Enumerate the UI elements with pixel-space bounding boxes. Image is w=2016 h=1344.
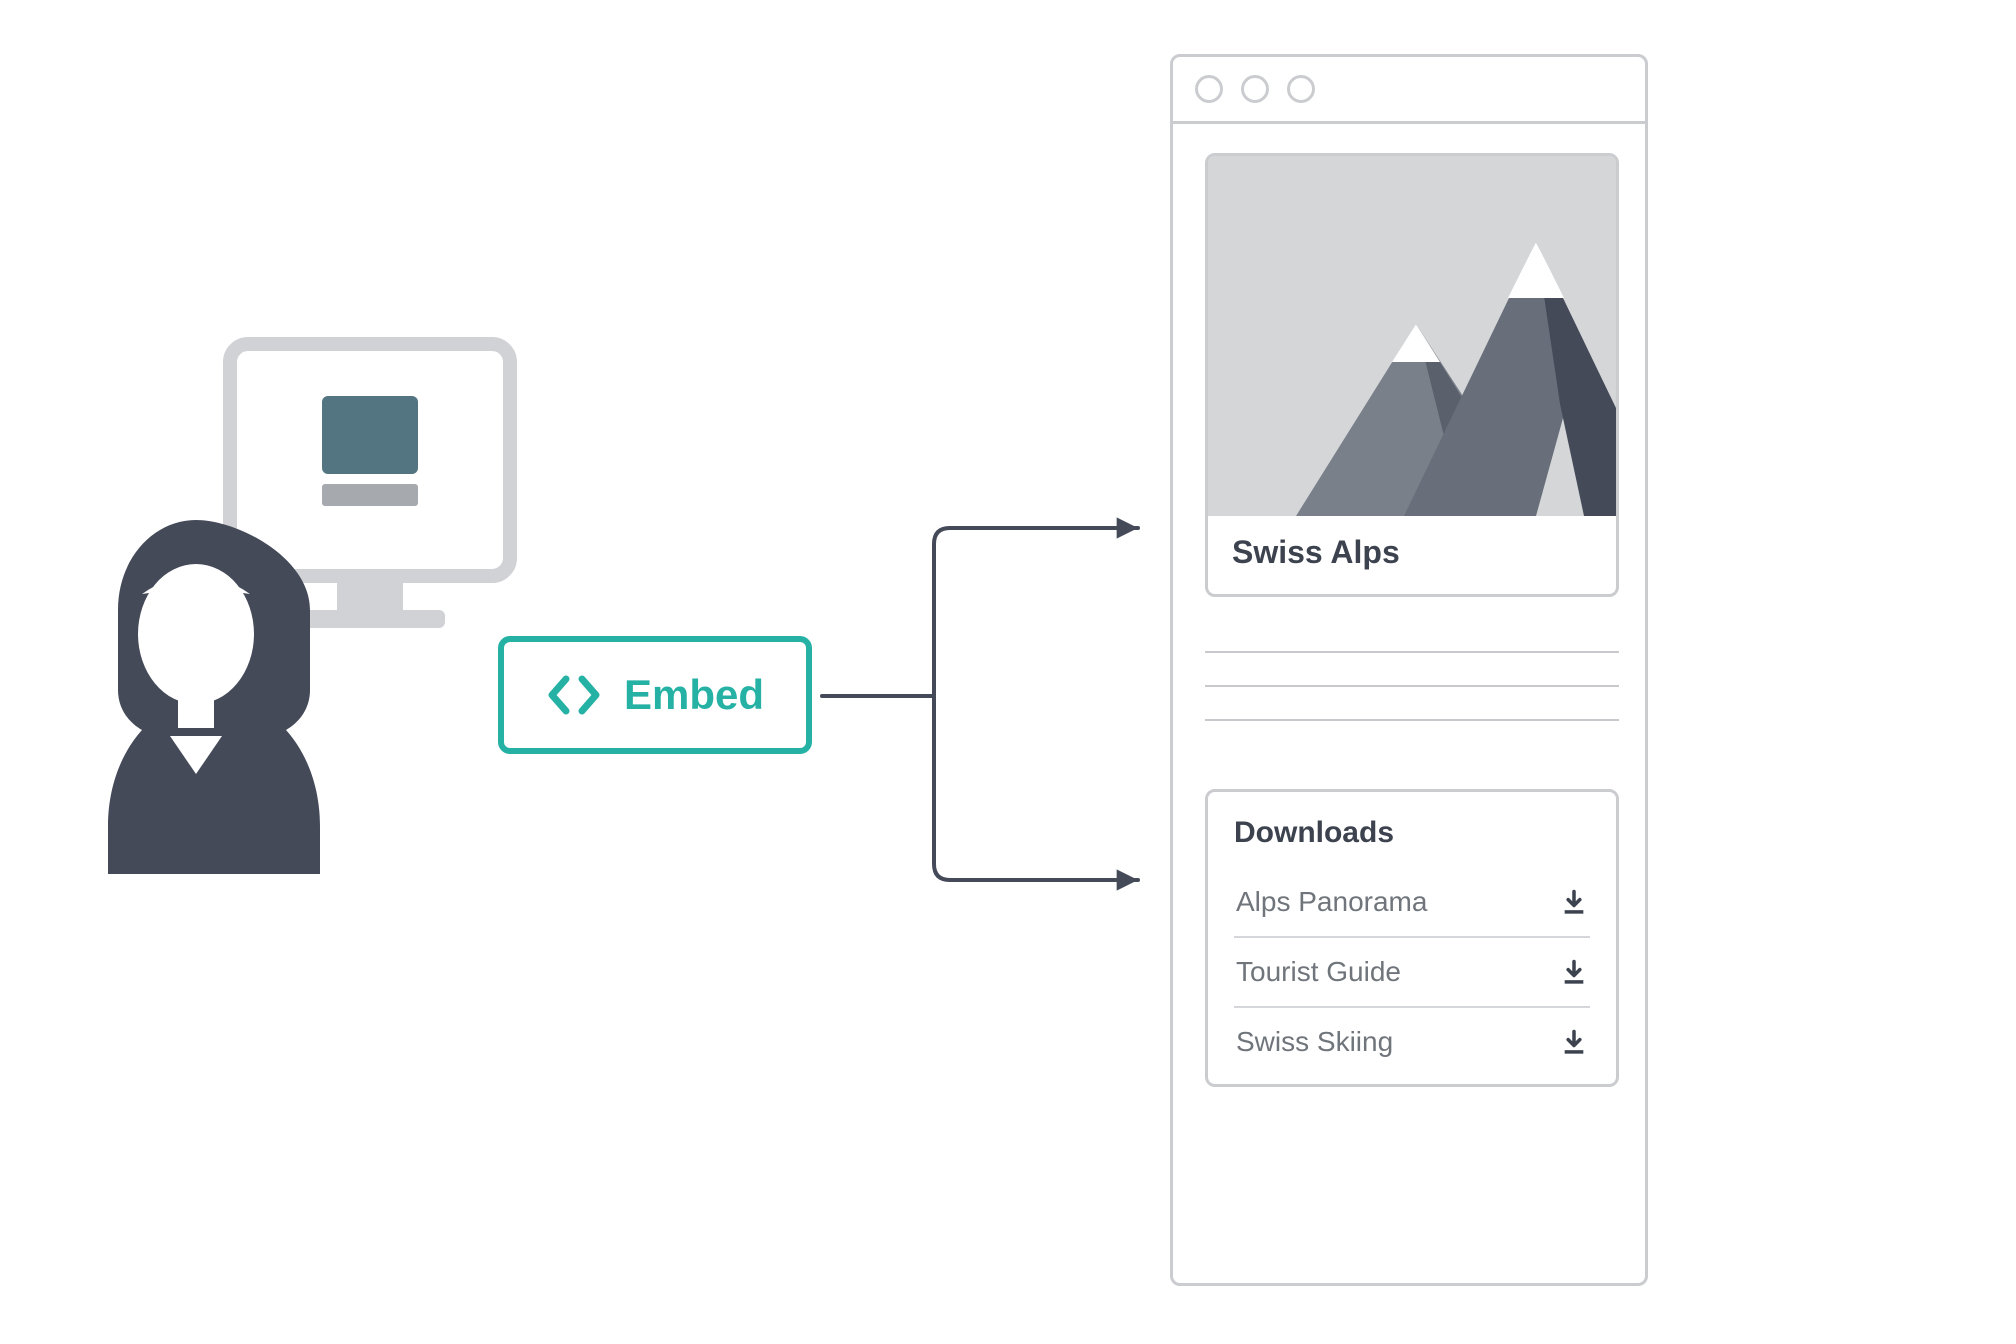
placeholder-line xyxy=(1205,685,1619,687)
download-icon xyxy=(1560,1028,1588,1056)
embed-label: Embed xyxy=(624,671,764,719)
download-icon xyxy=(1560,888,1588,916)
flow-arrows xyxy=(812,500,1162,900)
window-header xyxy=(1173,57,1645,124)
downloads-panel: Downloads Alps Panorama Tourist Guide Sw… xyxy=(1205,789,1619,1087)
embed-button[interactable]: Embed xyxy=(498,636,812,754)
browser-window: Swiss Alps Downloads Alps Panorama Touri… xyxy=(1170,54,1648,1286)
window-control-dot xyxy=(1287,75,1315,103)
download-row[interactable]: Swiss Skiing xyxy=(1234,1008,1590,1076)
window-control-dot xyxy=(1195,75,1223,103)
download-name: Alps Panorama xyxy=(1236,886,1427,918)
window-control-dot xyxy=(1241,75,1269,103)
diagram-canvas: Embed xyxy=(0,0,2016,1344)
download-name: Swiss Skiing xyxy=(1236,1026,1393,1058)
placeholder-line xyxy=(1205,719,1619,721)
download-row[interactable]: Tourist Guide xyxy=(1234,938,1590,1008)
placeholder-line xyxy=(1205,651,1619,653)
download-icon xyxy=(1560,958,1588,986)
user-at-computer-icon xyxy=(100,334,510,874)
downloads-title: Downloads xyxy=(1234,816,1590,850)
download-name: Tourist Guide xyxy=(1236,956,1401,988)
asset-card[interactable]: Swiss Alps xyxy=(1205,153,1619,597)
code-icon xyxy=(546,675,602,715)
download-row[interactable]: Alps Panorama xyxy=(1234,868,1590,938)
card-image xyxy=(1208,156,1616,516)
card-title: Swiss Alps xyxy=(1208,516,1616,593)
mountains-illustration xyxy=(1208,156,1616,516)
